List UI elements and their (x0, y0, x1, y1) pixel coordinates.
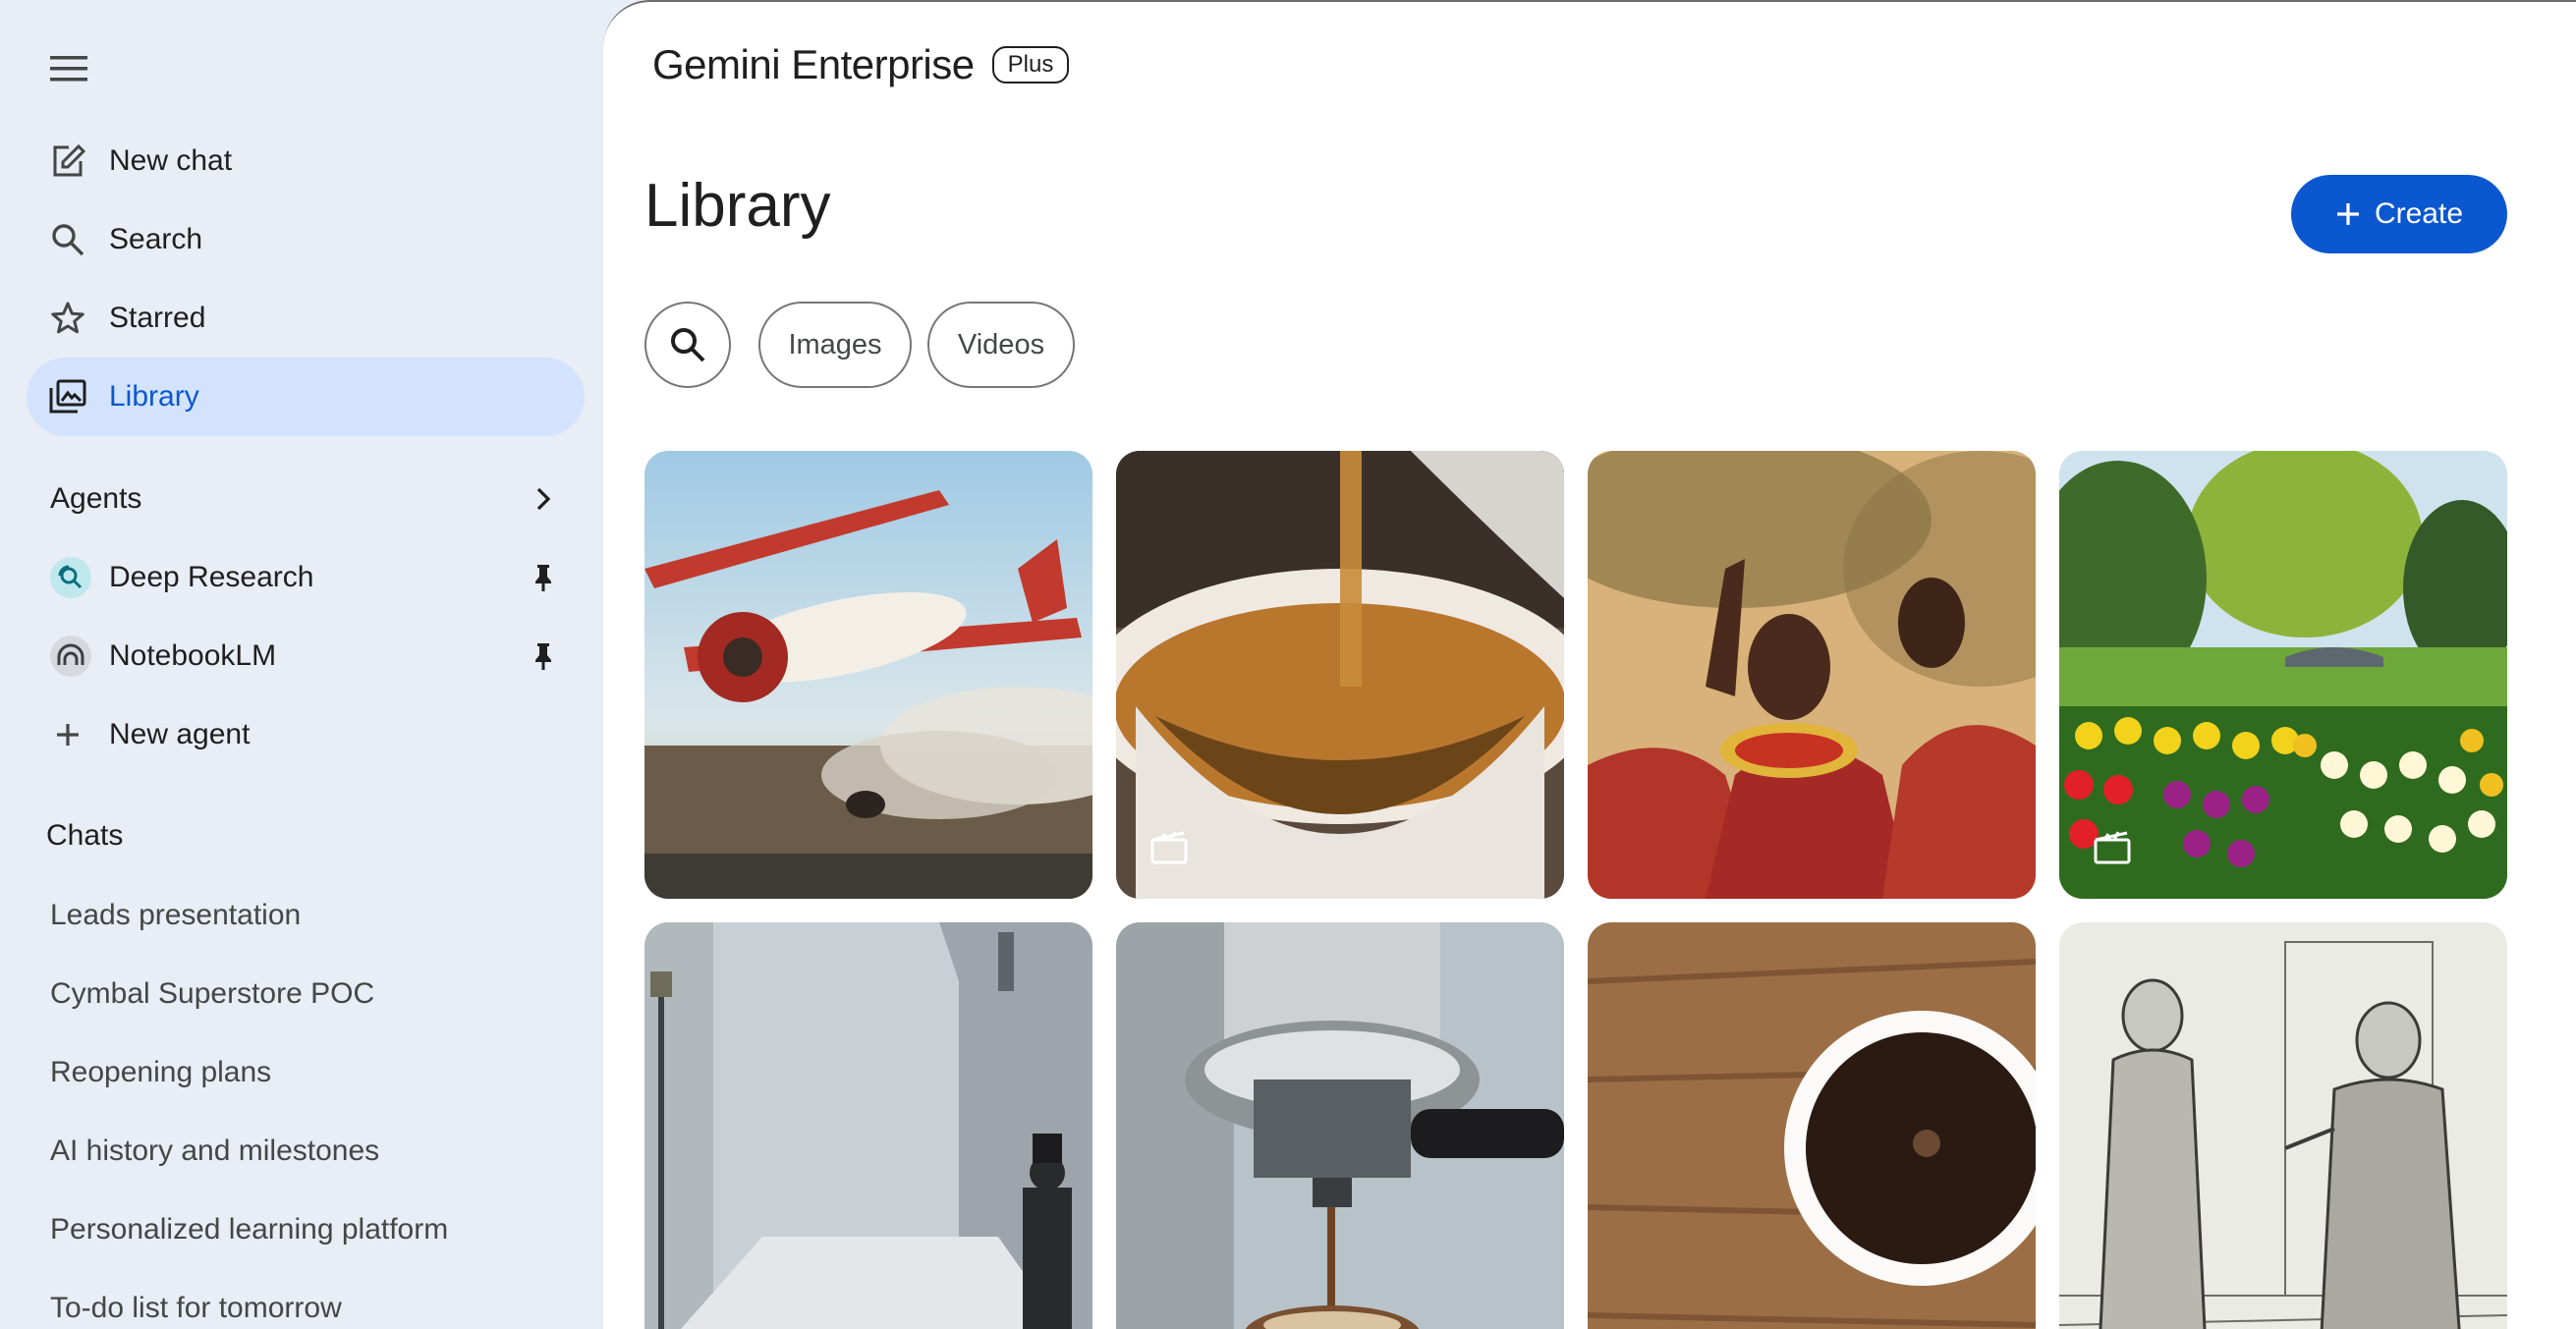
chat-item-label: To-do list for tomorrow (50, 1292, 342, 1324)
app-window: New chat Search Starred Library Agents D… (0, 0, 2576, 1329)
nav-starred-label: Starred (109, 302, 206, 334)
create-button-label: Create (2374, 197, 2464, 230)
brand: Gemini Enterprise Plus (652, 41, 1070, 88)
main-panel: Gemini Enterprise Plus Library Create Im… (603, 0, 2576, 1329)
gallery-item-espresso[interactable] (1116, 922, 1564, 1329)
nav-new-chat[interactable]: New chat (27, 122, 585, 200)
chats-section-title: Chats (46, 819, 124, 852)
video-icon (2094, 831, 2131, 864)
biplane-image (644, 451, 1092, 899)
pin-icon[interactable] (528, 640, 559, 672)
star-icon (48, 299, 87, 338)
chat-item[interactable]: Cymbal Superstore POC (27, 959, 585, 1029)
pin-icon[interactable] (528, 562, 559, 593)
maasai-image (1588, 451, 2036, 899)
agent-deep-research[interactable]: Deep Research (27, 538, 585, 617)
chat-item-label: Cymbal Superstore POC (50, 977, 375, 1010)
brand-name: Gemini Enterprise (652, 41, 975, 87)
chat-item-label: Reopening plans (50, 1056, 272, 1088)
nav-search-label: Search (109, 223, 203, 255)
main-menu-button[interactable] (43, 43, 94, 94)
chat-item-label: Leads presentation (50, 899, 302, 931)
coffee-cup-image (1588, 922, 2036, 1329)
chat-item[interactable]: Personalized learning platform (27, 1194, 585, 1265)
chat-item[interactable]: Leads presentation (27, 880, 585, 951)
agent-notebooklm-label: NotebookLM (109, 639, 277, 672)
video-icon (1150, 831, 1188, 864)
espresso-machine-image (1116, 922, 1564, 1329)
page-title: Library (644, 172, 831, 240)
sidebar: New chat Search Starred Library Agents D… (0, 0, 603, 1329)
gallery-item-maasai[interactable] (1588, 451, 2036, 899)
nav-new-chat-label: New chat (109, 144, 233, 177)
search-icon (48, 220, 87, 259)
nav-starred[interactable]: Starred (27, 279, 585, 358)
agent-notebooklm[interactable]: NotebookLM (27, 617, 585, 695)
chat-item[interactable]: AI history and milestones (27, 1116, 585, 1187)
gallery-item-tea[interactable] (1116, 451, 1564, 899)
filter-chip-videos[interactable]: Videos (927, 302, 1075, 388)
library-icon (48, 377, 87, 416)
gallery-item-foggy-street[interactable] (644, 922, 1092, 1329)
chat-item[interactable]: Reopening plans (27, 1037, 585, 1108)
deep-research-icon (50, 557, 91, 598)
chat-item-label: Personalized learning platform (50, 1213, 449, 1246)
gentlemen-sketch-image (2059, 922, 2507, 1329)
gallery-item-sketch[interactable] (2059, 922, 2507, 1329)
filter-chip-images[interactable]: Images (758, 302, 912, 388)
gallery-item-biplane[interactable] (644, 451, 1092, 899)
new-agent-button[interactable]: New agent (27, 695, 585, 774)
search-icon (671, 328, 705, 362)
foggy-street-image (644, 922, 1092, 1329)
chevron-right-icon[interactable] (524, 479, 563, 519)
plus-icon (2336, 203, 2359, 225)
nav-library[interactable]: Library (27, 358, 585, 436)
new-agent-label: New agent (109, 718, 251, 750)
create-button[interactable]: Create (2291, 175, 2507, 253)
gallery-item-coffee-cup[interactable] (1588, 922, 2036, 1329)
notebooklm-icon (50, 636, 91, 677)
nav-search[interactable]: Search (27, 200, 585, 279)
chat-item-label: AI history and milestones (50, 1135, 380, 1167)
agent-deep-research-label: Deep Research (109, 561, 314, 593)
edit-icon (48, 141, 87, 181)
hamburger-menu-icon (50, 56, 87, 82)
agents-title: Agents (50, 482, 142, 515)
agents-section-header: Agents (27, 460, 585, 538)
gallery-item-tulips[interactable] (2059, 451, 2507, 899)
chat-item[interactable]: To-do list for tomorrow (27, 1273, 585, 1329)
library-search-button[interactable] (644, 302, 731, 388)
plus-icon (48, 715, 87, 754)
plan-badge: Plus (991, 46, 1070, 83)
nav-library-label: Library (109, 380, 199, 413)
